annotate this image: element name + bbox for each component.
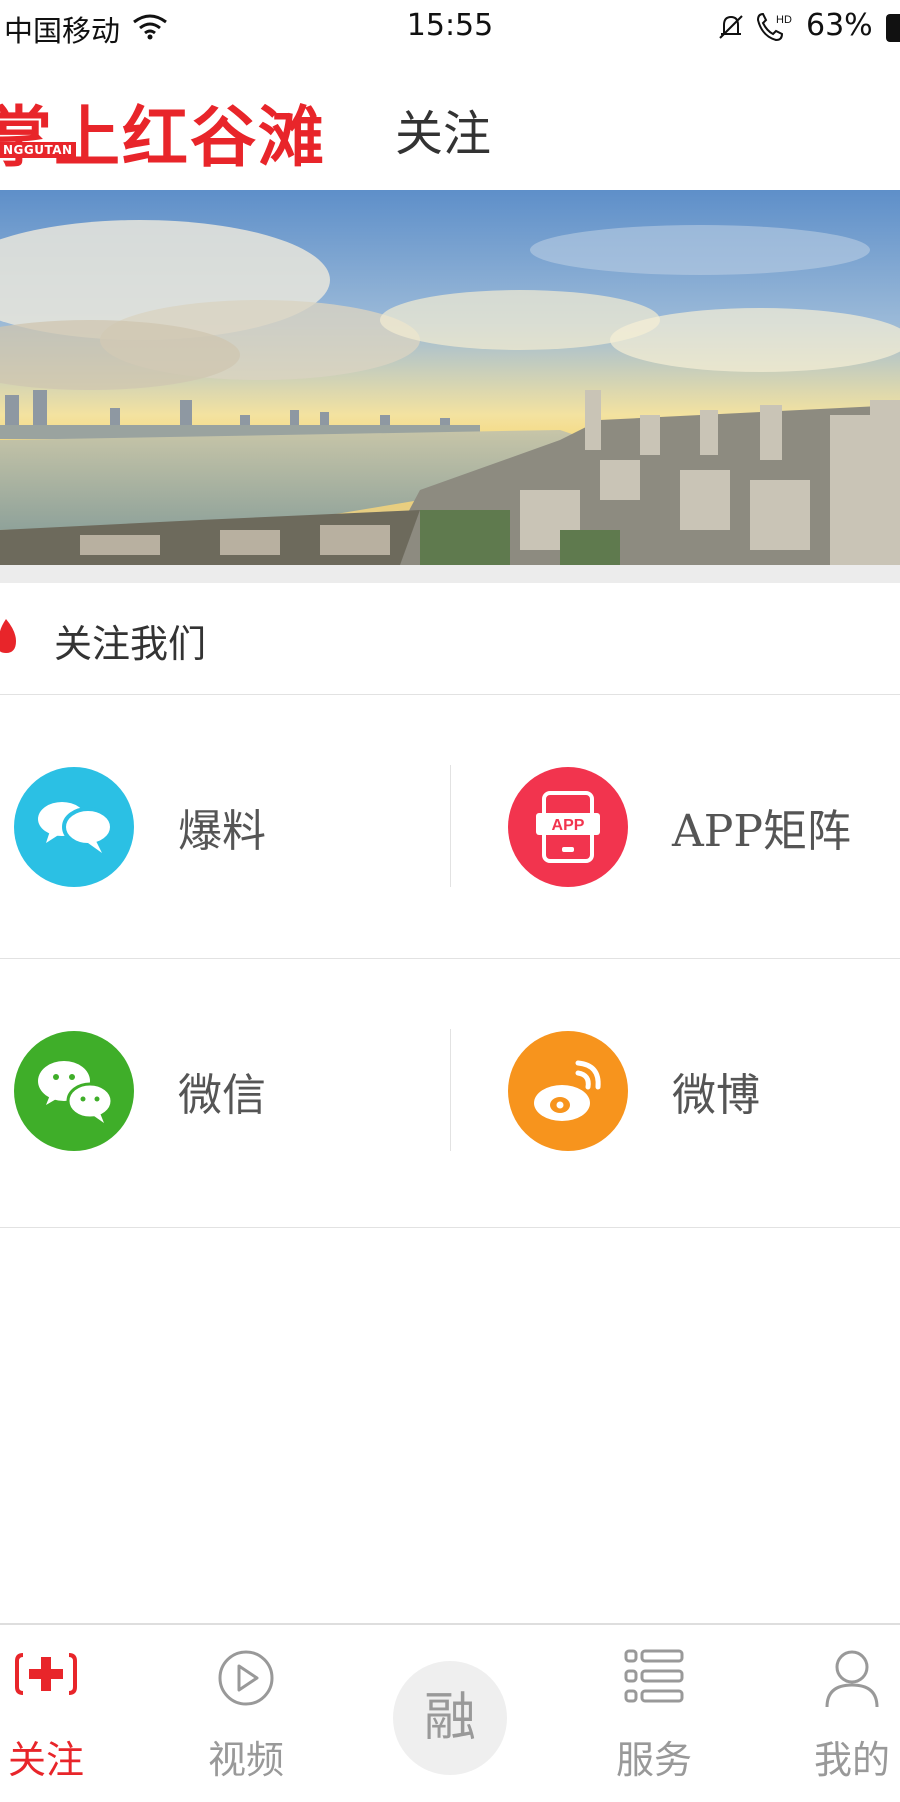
banner-image[interactable] <box>0 190 900 565</box>
grid-divider <box>450 1029 451 1151</box>
app-logo: 掌上红谷滩 NGGUTAN <box>0 84 324 176</box>
flame-icon <box>0 619 16 653</box>
section-gap <box>0 565 900 583</box>
tab-services[interactable]: 服务 <box>604 1625 704 1802</box>
svg-text:HD: HD <box>776 14 792 26</box>
app-phone-icon: APP <box>536 791 600 863</box>
logo-text: 掌上红谷滩 <box>0 98 326 176</box>
page-title: 关注 <box>395 106 492 162</box>
wechat-icon <box>38 1061 114 1123</box>
play-circle-icon <box>218 1650 274 1706</box>
wechat-label: 微信 <box>178 1070 266 1121</box>
svg-text:APP: APP <box>552 817 585 834</box>
mute-bell-icon <box>719 15 743 39</box>
grid-divider <box>450 765 451 887</box>
tab-follow-label: 关注 <box>7 1738 84 1782</box>
weibo-icon <box>534 1060 601 1121</box>
tab-follow[interactable]: 关注 <box>0 1625 92 1802</box>
status-bar: 中国移动 15:55 HD 63% <box>0 0 900 56</box>
wechat-icon-circle <box>14 1031 134 1151</box>
bottom-tab-bar: 关注 视频 融 服务 我的 <box>0 1623 900 1802</box>
wechat-button[interactable]: 微信 <box>14 1031 434 1151</box>
section-title: 关注我们 <box>54 622 207 666</box>
hd-call-icon: HD <box>756 12 792 42</box>
battery-level: 63% <box>806 8 873 43</box>
tab-services-label: 服务 <box>615 1738 692 1782</box>
tab-mine[interactable]: 我的 <box>804 1625 900 1802</box>
app-matrix-label: APP矩阵 <box>672 806 851 857</box>
list-icon <box>624 1649 684 1703</box>
chat-bubbles-icon <box>38 802 114 853</box>
weibo-button[interactable]: 微博 <box>508 1031 898 1151</box>
logo-subtext: NGGUTAN <box>0 142 76 158</box>
weibo-label: 微博 <box>672 1070 760 1121</box>
tab-video[interactable]: 视频 <box>196 1625 296 1802</box>
user-icon <box>825 1650 879 1708</box>
tip-off-label: 爆料 <box>178 806 266 857</box>
tab-mine-label: 我的 <box>813 1738 890 1782</box>
cross-plus-icon <box>15 1653 77 1695</box>
app-header: 掌上红谷滩 NGGUTAN 关注 <box>0 56 900 191</box>
tab-fuse-center[interactable]: 融 <box>393 1661 507 1775</box>
app-matrix-button[interactable]: APP APP矩阵 <box>508 767 898 887</box>
tab-video-label: 视频 <box>207 1738 284 1782</box>
tip-off-button[interactable]: 爆料 <box>14 767 434 887</box>
follow-us-section-header: 关注我们 <box>0 583 900 695</box>
tab-fuse-label: 融 <box>423 1688 476 1748</box>
tip-off-icon-circle <box>14 767 134 887</box>
battery-icon <box>886 14 900 42</box>
follow-grid-row: 微信 微博 <box>0 959 900 1228</box>
weibo-icon-circle <box>508 1031 628 1151</box>
app-matrix-icon-circle: APP <box>508 767 628 887</box>
city-skyline-illustration <box>0 190 900 565</box>
follow-grid-row: 爆料 APP APP矩阵 <box>0 695 900 959</box>
